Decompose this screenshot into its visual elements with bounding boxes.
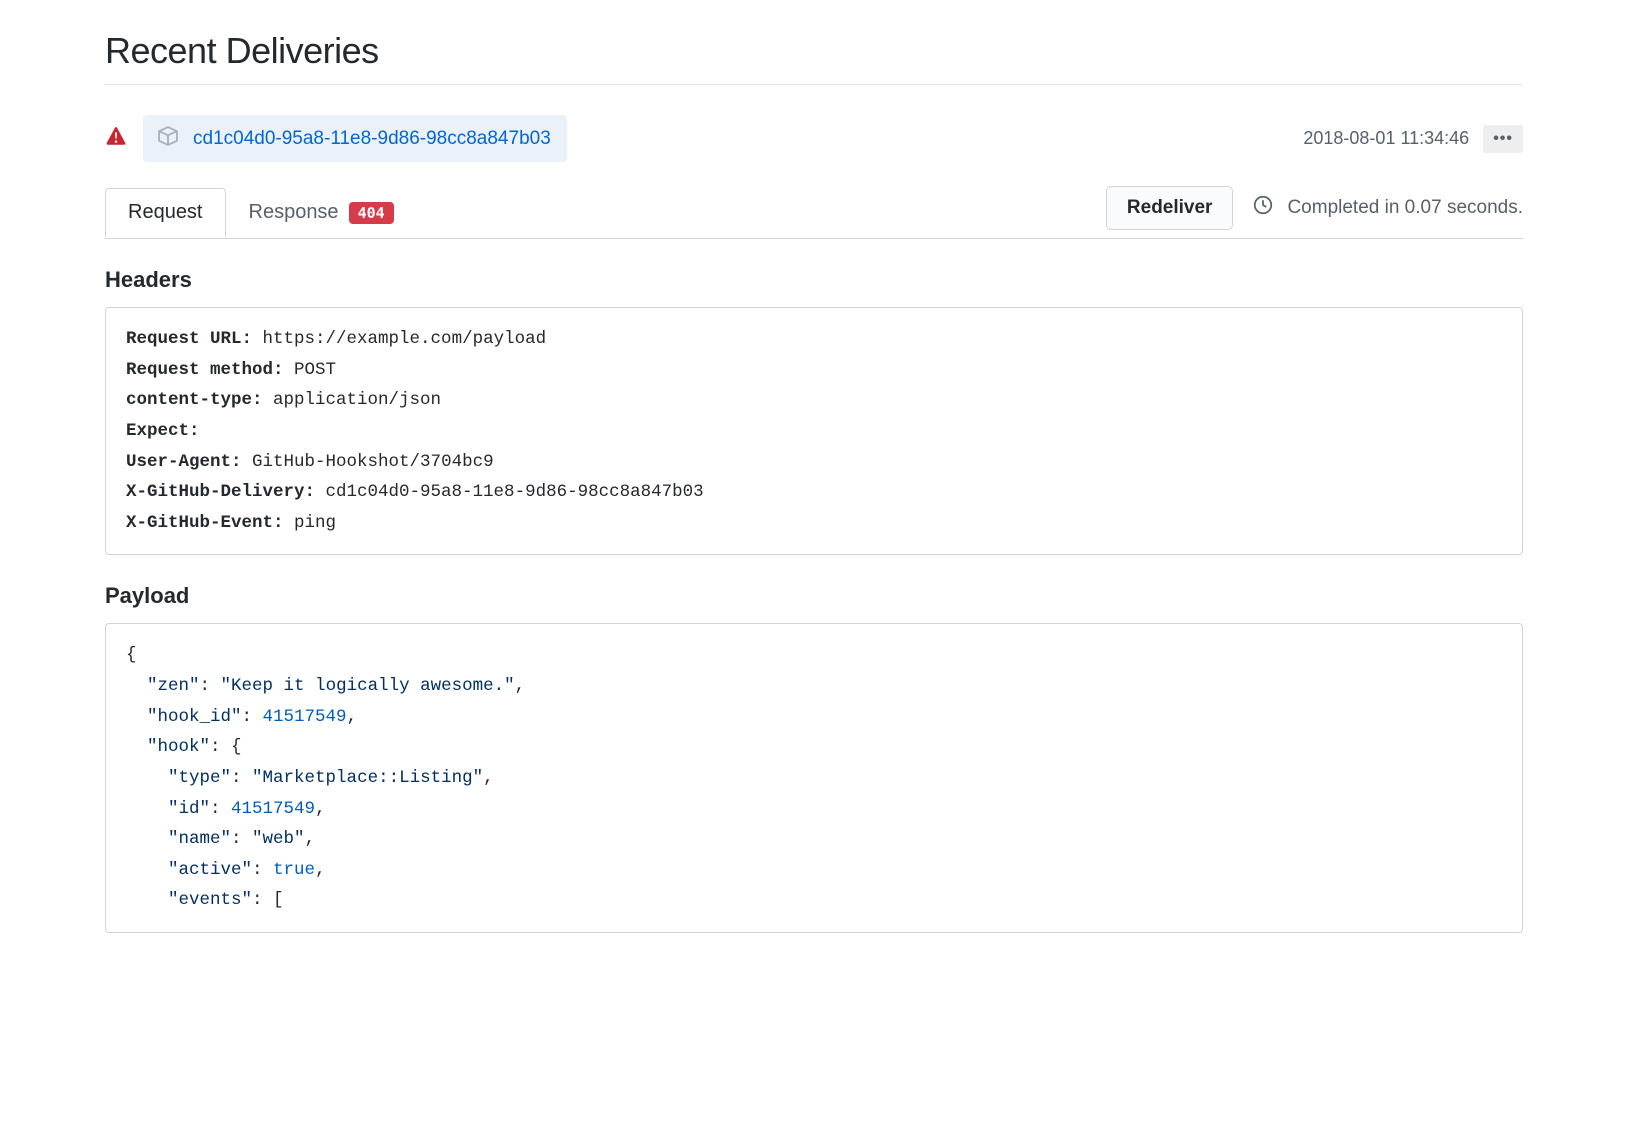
json-token-str: "web" bbox=[252, 829, 305, 849]
payload-line: "hook": { bbox=[126, 732, 1502, 763]
json-token-punc: , bbox=[315, 860, 326, 880]
json-token-punc: : bbox=[200, 676, 221, 696]
json-token-punc: : { bbox=[210, 737, 242, 757]
header-value: GitHub-Hookshot/3704bc9 bbox=[242, 452, 494, 472]
json-token-punc: : bbox=[231, 768, 252, 788]
header-key: content-type: bbox=[126, 390, 263, 410]
redeliver-button[interactable]: Redeliver bbox=[1106, 186, 1234, 230]
payload-line: "events": [ bbox=[126, 885, 1502, 916]
clock-icon bbox=[1253, 195, 1273, 221]
json-token-str: "Keep it logically awesome." bbox=[221, 676, 515, 696]
header-value: ping bbox=[284, 513, 337, 533]
header-value: cd1c04d0-95a8-11e8-9d86-98cc8a847b03 bbox=[315, 482, 704, 502]
json-token-punc: , bbox=[483, 768, 494, 788]
header-key: Request method: bbox=[126, 360, 284, 380]
header-value: application/json bbox=[263, 390, 442, 410]
json-token-pad bbox=[126, 829, 168, 849]
json-token-punc: : bbox=[252, 860, 273, 880]
json-token-key: "name" bbox=[168, 829, 231, 849]
response-status-badge: 404 bbox=[349, 202, 394, 224]
payload-line: "type": "Marketplace::Listing", bbox=[126, 763, 1502, 794]
json-token-punc: : bbox=[242, 707, 263, 727]
json-token-punc: , bbox=[515, 676, 526, 696]
json-token-punc: : [ bbox=[252, 890, 284, 910]
json-token-str: "Marketplace::Listing" bbox=[252, 768, 483, 788]
payload-line: "hook_id": 41517549, bbox=[126, 702, 1502, 733]
header-key: User-Agent: bbox=[126, 452, 242, 472]
json-token-punc: : bbox=[231, 829, 252, 849]
json-token-pad bbox=[126, 890, 168, 910]
header-value: https://example.com/payload bbox=[252, 329, 546, 349]
json-token-pad bbox=[126, 768, 168, 788]
json-token-key: "id" bbox=[168, 799, 210, 819]
page-title: Recent Deliveries bbox=[105, 30, 1523, 85]
delivery-timestamp: 2018-08-01 11:34:46 bbox=[1303, 128, 1469, 149]
payload-line: "zen": "Keep it logically awesome.", bbox=[126, 671, 1502, 702]
json-token-punc: , bbox=[315, 799, 326, 819]
header-line: X-GitHub-Delivery: cd1c04d0-95a8-11e8-9d… bbox=[126, 477, 1502, 508]
header-line: Request URL: https://example.com/payload bbox=[126, 324, 1502, 355]
json-token-pad bbox=[126, 799, 168, 819]
payload-section-title: Payload bbox=[105, 583, 1523, 609]
tab-request-label: Request bbox=[128, 201, 203, 224]
json-token-key: "zen" bbox=[147, 676, 200, 696]
header-line: X-GitHub-Event: ping bbox=[126, 508, 1502, 539]
json-token-punc: { bbox=[126, 645, 137, 665]
more-actions-button[interactable]: ••• bbox=[1483, 125, 1523, 153]
payload-line: "id": 41517549, bbox=[126, 794, 1502, 825]
headers-section-title: Headers bbox=[105, 267, 1523, 293]
json-token-bool: true bbox=[273, 860, 315, 880]
json-token-pad bbox=[126, 860, 168, 880]
header-line: Request method: POST bbox=[126, 355, 1502, 386]
json-token-punc: , bbox=[347, 707, 358, 727]
tab-response[interactable]: Response 404 bbox=[226, 188, 417, 236]
payload-line: "active": true, bbox=[126, 855, 1502, 886]
json-token-key: "hook" bbox=[147, 737, 210, 757]
json-token-pad bbox=[126, 676, 147, 696]
alert-triangle-icon bbox=[105, 126, 127, 151]
tab-request[interactable]: Request bbox=[105, 188, 226, 237]
header-line: Expect: bbox=[126, 416, 1502, 447]
header-key: Request URL: bbox=[126, 329, 252, 349]
header-key: X-GitHub-Event: bbox=[126, 513, 284, 533]
headers-code-box: Request URL: https://example.com/payload… bbox=[105, 307, 1523, 555]
tab-bar: Request Response 404 Redeliver Completed… bbox=[105, 186, 1523, 239]
json-token-num: 41517549 bbox=[263, 707, 347, 727]
delivery-summary-row: cd1c04d0-95a8-11e8-9d86-98cc8a847b03 201… bbox=[105, 99, 1523, 186]
header-line: content-type: application/json bbox=[126, 385, 1502, 416]
payload-code-box: { "zen": "Keep it logically awesome.", "… bbox=[105, 623, 1523, 933]
delivery-pill[interactable]: cd1c04d0-95a8-11e8-9d86-98cc8a847b03 bbox=[143, 115, 567, 162]
json-token-pad bbox=[126, 737, 147, 757]
header-key: X-GitHub-Delivery: bbox=[126, 482, 315, 502]
delivery-uuid: cd1c04d0-95a8-11e8-9d86-98cc8a847b03 bbox=[193, 128, 551, 150]
json-token-key: "hook_id" bbox=[147, 707, 242, 727]
header-line: User-Agent: GitHub-Hookshot/3704bc9 bbox=[126, 447, 1502, 478]
header-key: Expect: bbox=[126, 421, 200, 441]
completed-text: Completed in 0.07 seconds. bbox=[1287, 197, 1523, 219]
json-token-pad bbox=[126, 707, 147, 727]
payload-line: "name": "web", bbox=[126, 824, 1502, 855]
completed-indicator: Completed in 0.07 seconds. bbox=[1253, 195, 1523, 221]
json-token-key: "events" bbox=[168, 890, 252, 910]
json-token-num: 41517549 bbox=[231, 799, 315, 819]
header-value: POST bbox=[284, 360, 337, 380]
tab-response-label: Response bbox=[249, 201, 339, 224]
json-token-punc: : bbox=[210, 799, 231, 819]
json-token-key: "type" bbox=[168, 768, 231, 788]
json-token-key: "active" bbox=[168, 860, 252, 880]
package-icon bbox=[157, 125, 179, 152]
json-token-punc: , bbox=[305, 829, 316, 849]
payload-line: { bbox=[126, 640, 1502, 671]
